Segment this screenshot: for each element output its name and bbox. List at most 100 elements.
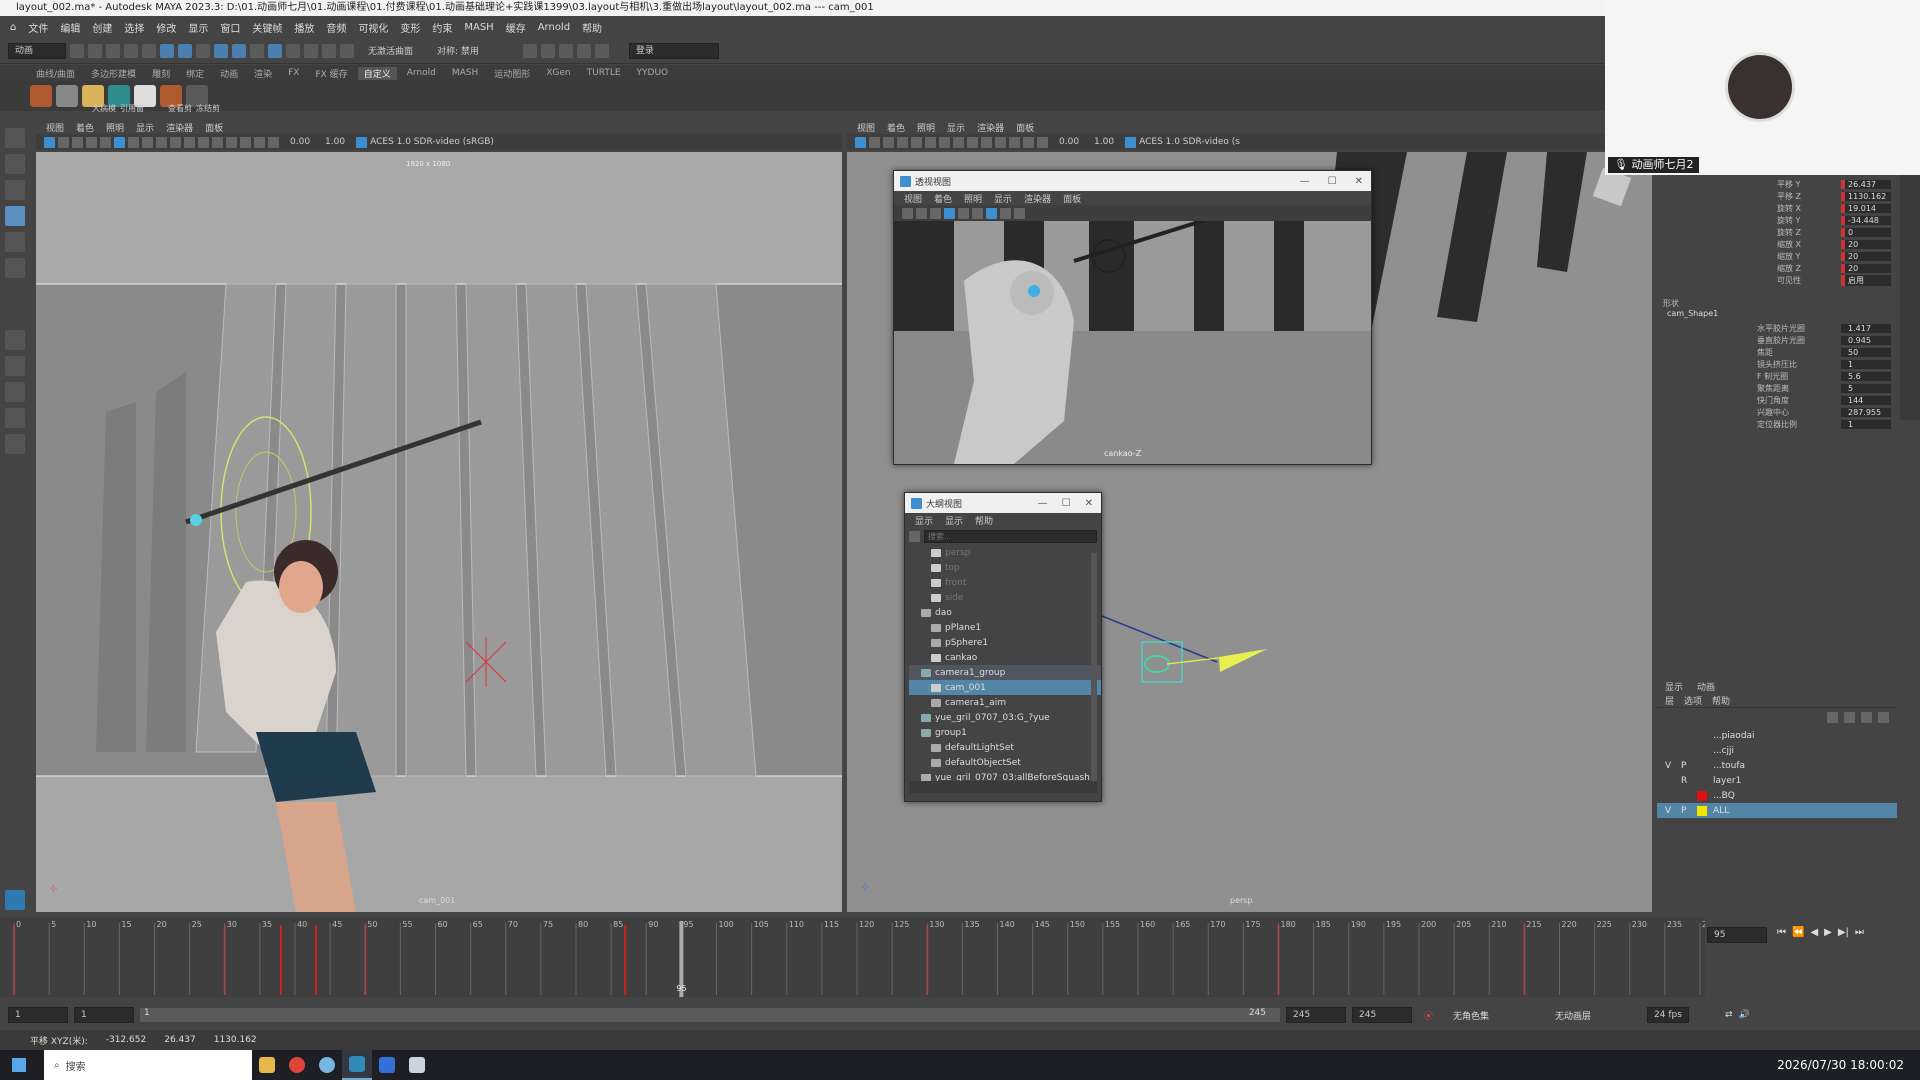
channel-value[interactable]: 20: [1841, 263, 1891, 273]
image-plane-icon[interactable]: [897, 136, 908, 148]
panel-menu-item[interactable]: 显示: [994, 192, 1012, 205]
torn-off-viewport[interactable]: cankao-Z: [894, 221, 1371, 464]
menu-item[interactable]: MASH: [464, 22, 493, 33]
shelf-tab[interactable]: 绑定: [180, 67, 210, 80]
channel-value[interactable]: 20: [1841, 239, 1891, 249]
open-scene-icon[interactable]: [88, 43, 102, 58]
channel-value[interactable]: 287.955: [1841, 407, 1891, 417]
xray-icon[interactable]: [268, 136, 279, 148]
render-settings-icon[interactable]: [340, 43, 354, 58]
layer-editor-tab[interactable]: 显示: [1665, 680, 1683, 694]
layer-playback-toggle[interactable]: R: [1681, 776, 1691, 786]
login-dropdown[interactable]: 登录: [628, 42, 719, 59]
colorspace-label[interactable]: ACES 1.0 SDR-video (s: [1139, 137, 1240, 147]
outliner-row[interactable]: dao: [909, 605, 1101, 620]
sidebar-toggle-icon[interactable]: [522, 43, 537, 58]
fps-dropdown[interactable]: 24 fps: [1647, 1007, 1690, 1023]
live-surface[interactable]: 无激活曲面: [368, 44, 413, 57]
outliner-v-scrollbar[interactable]: [1091, 553, 1097, 781]
outliner-row[interactable]: yue_gril_0707_03:G_?yue: [909, 710, 1101, 725]
outliner-row[interactable]: front: [909, 575, 1101, 590]
shelf-tab[interactable]: XGen: [540, 68, 576, 78]
range-bar[interactable]: 1 245: [140, 1008, 1280, 1022]
layer-color-swatch[interactable]: [1697, 805, 1707, 816]
new-scene-icon[interactable]: [70, 43, 84, 58]
layer-editor-menu-item[interactable]: 选项: [1684, 694, 1702, 707]
new-layer-selected-icon[interactable]: [1878, 712, 1889, 723]
render-icon[interactable]: [304, 43, 318, 58]
channel-value[interactable]: 启用: [1841, 274, 1891, 286]
layer-row[interactable]: ...piaodai: [1657, 728, 1897, 743]
scale-tool-icon[interactable]: [5, 258, 25, 278]
go-to-start-icon[interactable]: ⏮: [1777, 927, 1786, 938]
taskbar-explorer[interactable]: [252, 1050, 282, 1080]
bookmark-icon[interactable]: [930, 207, 941, 219]
snap-grid-icon[interactable]: [214, 43, 228, 58]
layer-editor-menu-item[interactable]: 帮助: [1712, 694, 1730, 707]
lasso-tool-icon[interactable]: [5, 154, 25, 174]
isolate-icon[interactable]: [254, 136, 265, 148]
outliner-row[interactable]: top: [909, 560, 1101, 575]
gate-mask-icon[interactable]: [142, 136, 153, 148]
outliner-row[interactable]: cam_001: [909, 680, 1101, 695]
mode-dropdown[interactable]: 动画: [8, 42, 66, 59]
isolate-icon[interactable]: [1023, 136, 1034, 148]
auto-key-icon[interactable]: ⦿: [1424, 1009, 1433, 1022]
camera-select-icon[interactable]: [44, 136, 55, 148]
layer-color-swatch[interactable]: [1697, 731, 1707, 741]
channel-value[interactable]: 1130.162: [1841, 191, 1891, 201]
close-icon[interactable]: ✕: [1355, 176, 1363, 187]
shelf-tab[interactable]: 曲线/曲面: [30, 67, 81, 80]
wireframe-icon[interactable]: [953, 136, 964, 148]
menu-item[interactable]: 选择: [124, 20, 144, 35]
keyframe-marker[interactable]: [315, 925, 318, 995]
minimize-icon[interactable]: —: [1038, 498, 1048, 509]
outliner-row[interactable]: side: [909, 590, 1101, 605]
textured-icon[interactable]: [1000, 207, 1011, 219]
select-tool-icon[interactable]: [5, 128, 25, 148]
layer-editor-tab[interactable]: 动画: [1697, 680, 1715, 694]
side-tabs[interactable]: [1900, 170, 1920, 420]
panel-menu-item[interactable]: 面板: [205, 121, 223, 134]
layer-row[interactable]: V P ...toufa: [1657, 758, 1897, 773]
outliner-icon[interactable]: [594, 43, 609, 58]
channel-value[interactable]: 144: [1841, 395, 1891, 405]
panel-menu-item[interactable]: 视图: [857, 121, 875, 134]
camera-select-icon[interactable]: [855, 136, 866, 148]
panel-menu-item[interactable]: 照明: [964, 192, 982, 205]
textured-icon[interactable]: [981, 136, 992, 148]
left-viewport[interactable]: 1920 x 1080 cam_001 ⊹: [36, 152, 842, 912]
grid-icon[interactable]: [100, 136, 111, 148]
channel-value[interactable]: 20: [1841, 251, 1891, 261]
paint-select-icon[interactable]: [5, 180, 25, 200]
lights-icon[interactable]: [1014, 207, 1025, 219]
play-icon[interactable]: ▶: [1824, 927, 1832, 938]
keyframe-marker[interactable]: [279, 925, 282, 995]
wireframe-icon[interactable]: [972, 207, 983, 219]
panel-menu-item[interactable]: 视图: [46, 121, 64, 134]
shelf-tab[interactable]: FX 缓存: [309, 67, 353, 80]
bookmark-icon[interactable]: [883, 136, 894, 148]
anim-layer-dropdown[interactable]: 无动画层: [1555, 1009, 1591, 1022]
redo-icon[interactable]: [142, 43, 156, 58]
smooth-shade-icon[interactable]: [967, 136, 978, 148]
channel-value[interactable]: 1: [1841, 359, 1891, 369]
panel-menu-item[interactable]: 显示: [947, 121, 965, 134]
colorspace-label[interactable]: ACES 1.0 SDR-video (sRGB): [370, 137, 494, 147]
panel-menu-item[interactable]: 视图: [904, 192, 922, 205]
taskbar-search[interactable]: ⌕ 搜索: [44, 1050, 252, 1080]
system-clock[interactable]: 2026/07/30 18:00:02: [1777, 1058, 1904, 1072]
shelf-tab[interactable]: 渲染: [248, 67, 278, 80]
channel-value[interactable]: 1.417: [1841, 323, 1891, 333]
panel-menu-item[interactable]: 照明: [106, 121, 124, 134]
filter-icon[interactable]: [909, 530, 920, 542]
gamma-value[interactable]: 1.00: [1094, 137, 1114, 147]
move-layer-down-icon[interactable]: [1844, 712, 1855, 723]
time-slider[interactable]: 0 5 10 15 20 25 30 35 40 45 50 55 60 65 70 75 80 85 90 95 10…: [0, 917, 1717, 997]
channel-value[interactable]: -34.448: [1841, 215, 1891, 225]
channel-value[interactable]: 5: [1841, 383, 1891, 393]
panel-menu-item[interactable]: 显示: [915, 514, 933, 527]
channel-value[interactable]: 50: [1841, 347, 1891, 357]
shelf-tab[interactable]: 自定义: [357, 66, 397, 80]
attribute-editor-icon[interactable]: [540, 43, 555, 58]
